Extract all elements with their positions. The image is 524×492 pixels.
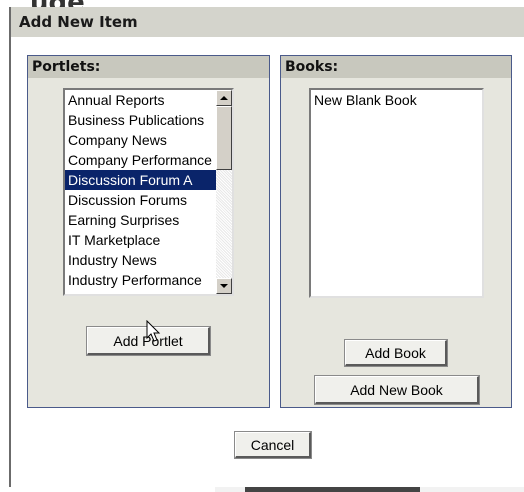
- books-listbox[interactable]: New Blank Book: [309, 88, 484, 298]
- books-list: New Blank Book: [311, 90, 482, 110]
- portlets-panel: Portlets: Annual Reports Business Public…: [27, 55, 270, 408]
- portlet-option[interactable]: Discussion Forums: [65, 190, 218, 210]
- dialog-title: Add New Item: [11, 7, 524, 37]
- portlet-option[interactable]: IT Marketplace: [65, 230, 218, 250]
- portlet-option[interactable]: Company News: [65, 130, 218, 150]
- portlet-option[interactable]: Industry Performance: [65, 270, 218, 290]
- portlet-option[interactable]: Business Publications: [65, 110, 218, 130]
- portlet-option-selected[interactable]: Discussion Forum A: [65, 170, 218, 190]
- portlets-scrollbar[interactable]: [216, 90, 232, 294]
- scroll-down-button[interactable]: [216, 278, 232, 294]
- screen: ude Add New Item Portlets: Annual Report…: [0, 0, 524, 492]
- add-book-button[interactable]: Add Book: [344, 339, 448, 367]
- add-new-item-dialog: Add New Item Portlets: Annual Reports Bu…: [9, 7, 524, 487]
- arrow-down-icon: [220, 284, 228, 288]
- book-option[interactable]: New Blank Book: [311, 90, 482, 110]
- books-header: Books:: [281, 56, 511, 78]
- books-panel: Books: New Blank Book Add Book Add New B…: [280, 55, 512, 408]
- mouse-pointer-icon: [146, 320, 161, 342]
- portlets-header: Portlets:: [28, 56, 269, 78]
- add-new-book-button[interactable]: Add New Book: [314, 375, 480, 405]
- cancel-button[interactable]: Cancel: [234, 431, 312, 459]
- arrow-up-icon: [220, 96, 228, 100]
- scroll-up-button[interactable]: [216, 90, 232, 106]
- scrollbar-thumb[interactable]: [216, 106, 232, 170]
- portlets-list: Annual Reports Business Publications Com…: [65, 90, 218, 290]
- portlets-listbox[interactable]: Annual Reports Business Publications Com…: [63, 88, 234, 296]
- portlet-option[interactable]: Industry News: [65, 250, 218, 270]
- portlet-option[interactable]: Company Performance: [65, 150, 218, 170]
- portlet-option[interactable]: Annual Reports: [65, 90, 218, 110]
- dialog-body: Portlets: Annual Reports Business Public…: [11, 37, 524, 487]
- portlet-option[interactable]: Earning Surprises: [65, 210, 218, 230]
